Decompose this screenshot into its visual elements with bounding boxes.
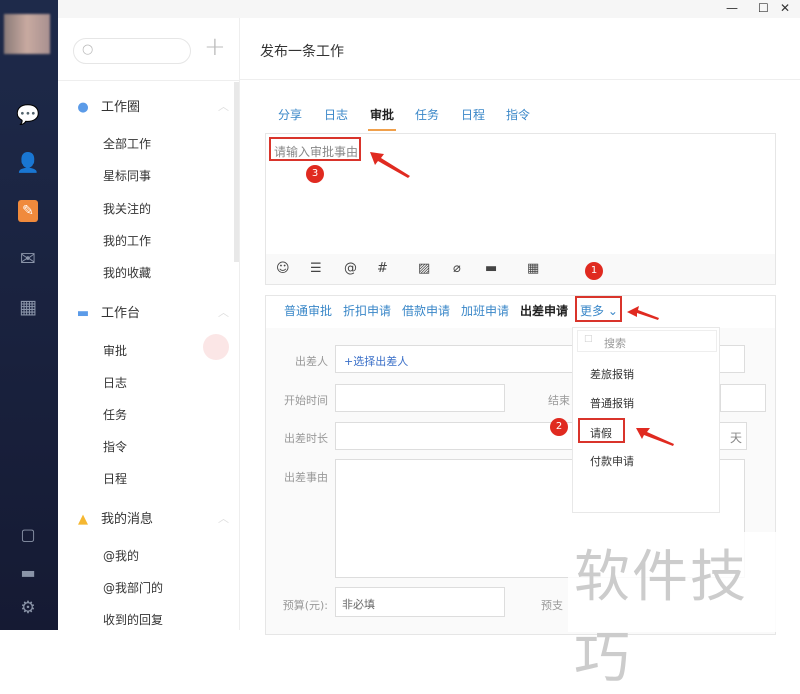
sidebar-item[interactable]: 日志 — [103, 374, 127, 391]
drive-icon[interactable]: ▬ — [485, 261, 497, 276]
chevron-up-icon[interactable]: ︿ — [218, 98, 229, 114]
emoji-icon[interactable]: ☺ — [276, 261, 290, 276]
reason-label: 出差事由 — [284, 471, 328, 484]
chat-icon[interactable]: 💬 — [16, 104, 40, 126]
editor-toolbar: ☺ ☰ @ # ▨ ⌀ ▬ ▦ — [266, 254, 775, 284]
pen-icon: ● — [77, 100, 89, 115]
sidebar-item[interactable]: 我的工作 — [103, 232, 151, 249]
sidebar-item[interactable]: 收到的回复 — [103, 611, 163, 628]
sidebar-item[interactable]: 全部工作 — [103, 135, 151, 152]
dropdown-item[interactable]: 付款申请 — [590, 453, 634, 469]
subtab-loan[interactable]: 借款申请 — [402, 302, 450, 319]
settings-icon[interactable]: ⚙ — [16, 597, 40, 619]
maximize-button[interactable]: ☐ — [758, 1, 769, 15]
tab-schedule[interactable]: 日程 — [461, 106, 485, 123]
search-icon: ○ — [82, 42, 94, 57]
sidebar-item[interactable]: 我关注的 — [103, 200, 151, 217]
group-label: 工作台 — [101, 306, 141, 321]
hashtag-icon[interactable]: # — [377, 261, 388, 276]
dropdown-item[interactable]: 差旅报销 — [590, 366, 634, 382]
budget-field[interactable]: 非必填 — [335, 587, 505, 617]
title-bar: — ☐ ✕ — [58, 0, 800, 18]
app-rail: 💬 👤 ✎ ✉ ▦ ▢ ▬ ⚙ — [0, 0, 58, 630]
page-header: 发布一条工作 — [240, 18, 800, 80]
mail-icon[interactable]: ✉ — [16, 248, 40, 270]
highlight-box-2 — [578, 418, 625, 443]
duration-unit: 天 — [729, 431, 742, 445]
group-label: 我的消息 — [101, 512, 154, 527]
active-tab-indicator — [368, 129, 396, 131]
page-title: 发布一条工作 — [260, 44, 344, 60]
dropdown-item[interactable]: 普通报销 — [590, 395, 634, 411]
unread-dot — [203, 334, 229, 360]
arrow-icon — [370, 152, 410, 178]
subtab-overtime[interactable]: 加班申请 — [461, 302, 509, 319]
sidebar-item[interactable]: 审批 — [103, 342, 127, 359]
sidebar-item[interactable]: @我部门的 — [103, 579, 163, 596]
arrow-icon — [636, 428, 674, 446]
budget-label: 预算(元): — [282, 599, 328, 612]
close-button[interactable]: ✕ — [780, 1, 790, 15]
calendar-icon[interactable]: ▦ — [16, 296, 40, 318]
scrollbar[interactable] — [234, 82, 239, 262]
arrow-icon — [627, 306, 659, 320]
tab-command[interactable]: 指令 — [506, 106, 530, 123]
add-button[interactable]: + — [204, 32, 226, 62]
end-time-label: 结束 — [548, 394, 570, 407]
bell-icon: ▲ — [78, 512, 88, 527]
minimize-button[interactable]: — — [726, 1, 738, 15]
highlight-box-1 — [575, 296, 622, 322]
subtab-business-trip[interactable]: 出差申请 — [520, 302, 568, 319]
step-badge-1: 1 — [585, 262, 603, 280]
work-icon[interactable]: ✎ — [18, 200, 38, 222]
group-my-messages[interactable]: ▲ 我的消息 — [75, 508, 153, 527]
search-input[interactable]: ○ — [73, 38, 191, 64]
group-label: 工作圈 — [101, 100, 141, 115]
contacts-icon[interactable]: 👤 — [16, 152, 40, 174]
chevron-up-icon[interactable]: ︿ — [218, 304, 229, 320]
tab-task[interactable]: 任务 — [415, 106, 439, 123]
mention-icon[interactable]: @ — [344, 261, 357, 276]
start-time-label: 开始时间 — [284, 394, 328, 407]
group-workbench[interactable]: ▬ 工作台 — [75, 302, 140, 321]
sidebar-item[interactable]: 指令 — [103, 438, 127, 455]
sidebar: ○ + ● 工作圈 ︿ 全部工作 星标同事 我关注的 我的工作 我的收藏 ▬ 工作台… — [58, 18, 240, 630]
attachment-icon[interactable]: ⌀ — [453, 261, 461, 276]
group-work-circle[interactable]: ● 工作圈 — [75, 96, 140, 115]
start-time-field[interactable] — [335, 384, 505, 412]
tab-share[interactable]: 分享 — [278, 106, 302, 123]
search-placeholder: 搜索 — [604, 337, 626, 350]
sidebar-item[interactable]: 我的收藏 — [103, 264, 151, 281]
select-traveler-link[interactable]: +选择出差人 — [344, 353, 408, 369]
subtab-general[interactable]: 普通审批 — [284, 302, 332, 319]
avatar[interactable] — [4, 14, 50, 54]
sidebar-item[interactable]: 任务 — [103, 406, 127, 423]
advance-label: 预支 — [541, 599, 563, 612]
sidebar-item[interactable]: 日程 — [103, 470, 127, 487]
subtab-discount[interactable]: 折扣申请 — [343, 302, 391, 319]
step-badge-2: 2 — [550, 418, 568, 436]
duration-label: 出差时长 — [284, 432, 328, 445]
image-icon[interactable]: ▨ — [418, 261, 430, 276]
traveler-label: 出差人 — [295, 355, 328, 368]
highlight-box-3 — [269, 137, 361, 161]
laptop-icon: ▬ — [76, 306, 90, 321]
budget-placeholder: 非必填 — [342, 598, 375, 611]
search-icon: □ — [584, 334, 593, 344]
dropdown-search-input[interactable]: □ 搜索 — [577, 330, 717, 352]
drive-icon[interactable]: ▬ — [16, 562, 40, 584]
watermark: 软件技巧 — [568, 532, 800, 691]
window-icon[interactable]: ▢ — [16, 524, 40, 546]
sidebar-item[interactable]: 星标同事 — [103, 167, 151, 184]
list-icon[interactable]: ☰ — [310, 261, 322, 276]
tab-approval[interactable]: 审批 — [370, 106, 394, 123]
step-badge-3: 3 — [306, 165, 324, 183]
end-time-field[interactable] — [720, 384, 766, 412]
sidebar-item[interactable]: @我的 — [103, 547, 139, 564]
divider — [58, 80, 240, 81]
chevron-up-icon[interactable]: ︿ — [218, 510, 229, 526]
tab-log[interactable]: 日志 — [324, 106, 348, 123]
table-icon[interactable]: ▦ — [527, 261, 539, 276]
